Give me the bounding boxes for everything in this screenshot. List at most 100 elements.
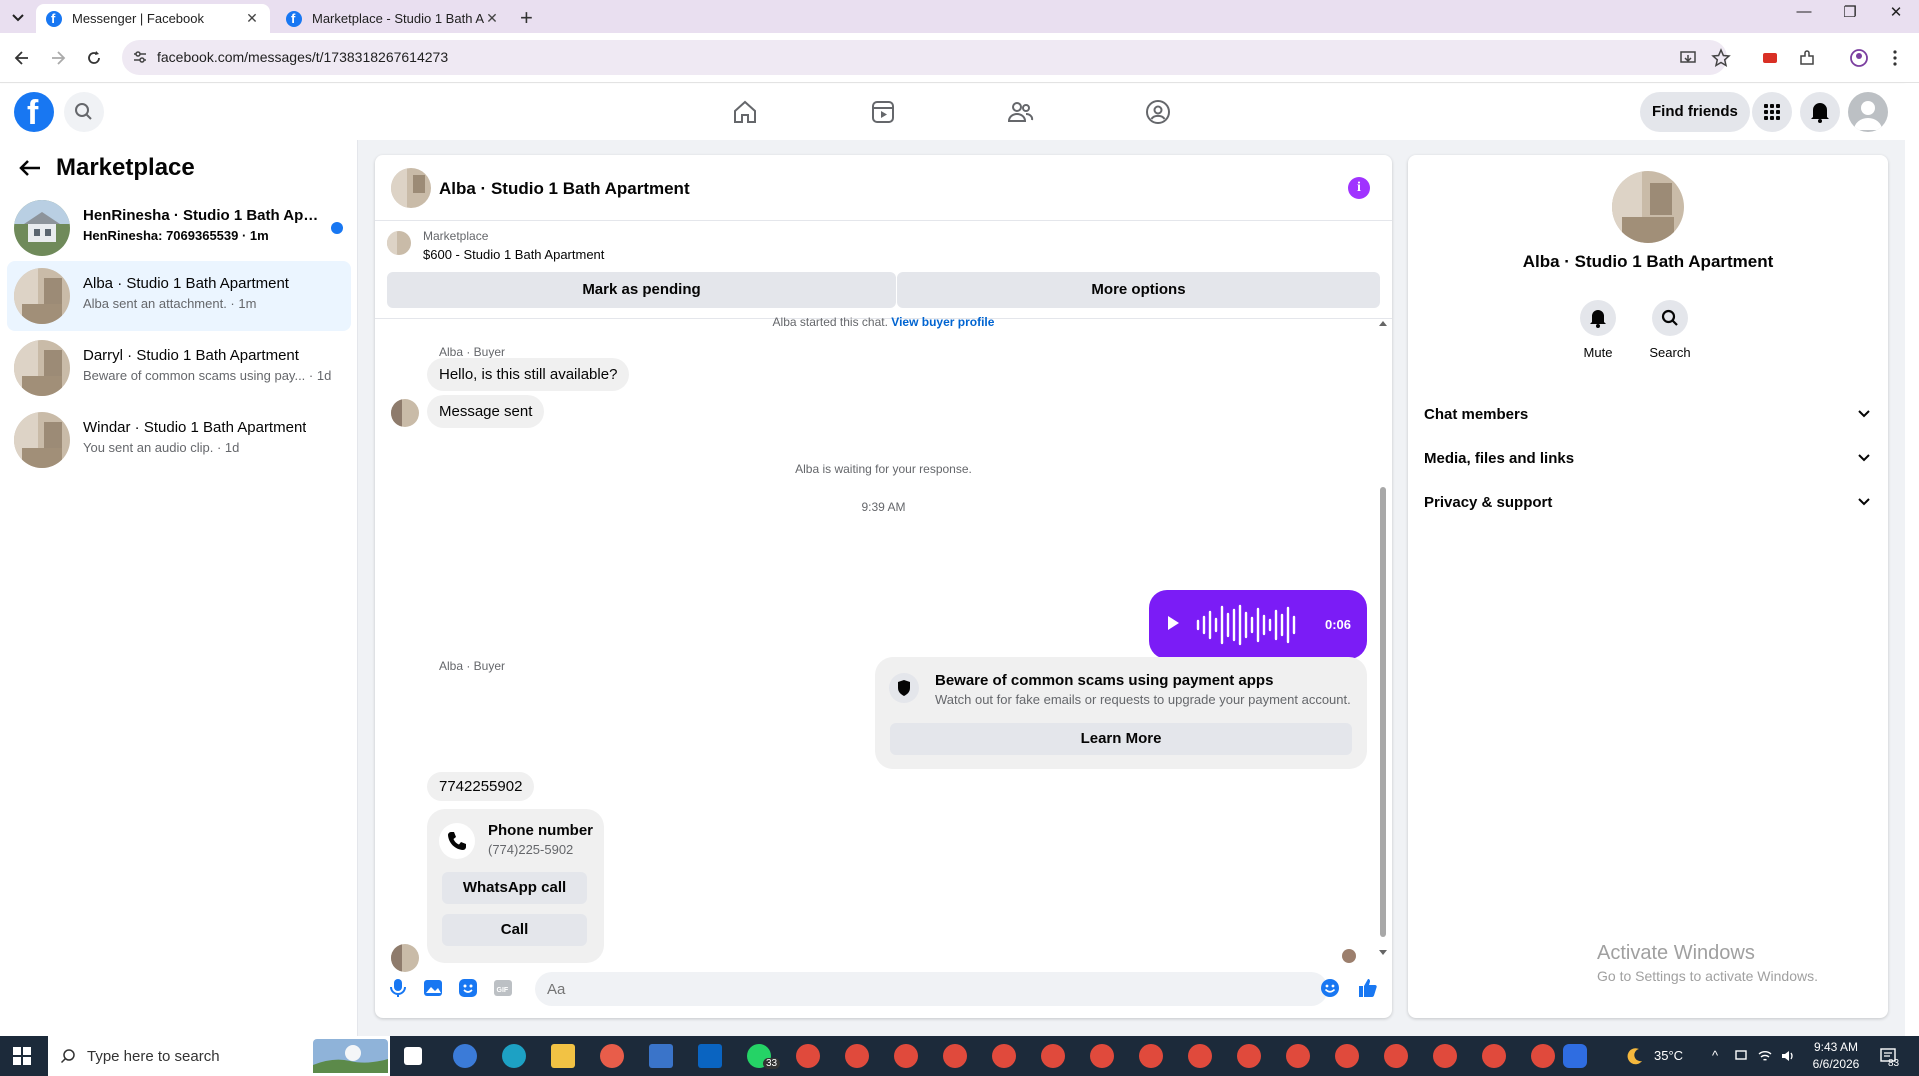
clock[interactable]: 9:43 AM 6/6/2026: [1808, 1039, 1864, 1073]
minimize-button[interactable]: —: [1784, 3, 1824, 20]
outlook-icon[interactable]: [698, 1044, 722, 1068]
listing-description[interactable]: $600 - Studio 1 Bath Apartment: [423, 247, 604, 262]
task-view-icon[interactable]: [404, 1047, 422, 1065]
conversation-item-darryl[interactable]: Darryl · Studio 1 Bath Apartment Beware …: [7, 333, 351, 403]
notifications-button[interactable]: [1800, 92, 1840, 132]
video-icon[interactable]: [869, 98, 897, 126]
close-tab-icon[interactable]: ✕: [484, 10, 500, 27]
copilot-icon[interactable]: [453, 1044, 477, 1068]
restore-button[interactable]: ❐: [1830, 3, 1870, 21]
sticker-icon[interactable]: [457, 977, 479, 999]
forward-icon[interactable]: [48, 48, 68, 68]
view-buyer-profile-link[interactable]: View buyer profile: [891, 315, 994, 329]
more-options-button[interactable]: More options: [897, 272, 1380, 308]
close-window-button[interactable]: ✕: [1876, 3, 1916, 21]
chrome-icon-active[interactable]: [1482, 1044, 1506, 1068]
tab-search-chevron-icon[interactable]: [8, 7, 28, 27]
chrome-menu-icon[interactable]: [1885, 48, 1905, 68]
chrome-icon[interactable]: [1188, 1044, 1212, 1068]
profile-icon[interactable]: [1849, 48, 1869, 68]
conversation-item-henrinesha[interactable]: HenRinesha · Studio 1 Bath Apar... HenRi…: [7, 193, 351, 263]
call-button[interactable]: Call: [442, 914, 587, 946]
file-explorer-icon[interactable]: [551, 1044, 575, 1068]
reload-icon[interactable]: [84, 48, 104, 68]
tray-chevron-up-icon[interactable]: ^: [1712, 1048, 1718, 1063]
tab-marketplace[interactable]: Marketplace - Studio 1 Bath Ap ✕: [276, 4, 510, 33]
extensions-puzzle-icon[interactable]: [1797, 48, 1817, 68]
like-thumb-icon[interactable]: [1357, 977, 1379, 999]
install-app-icon[interactable]: [1678, 48, 1698, 68]
app-icon[interactable]: [1563, 1044, 1587, 1068]
find-friends-button[interactable]: Find friends: [1640, 92, 1750, 132]
gif-icon[interactable]: GIF: [492, 977, 514, 999]
back-arrow-icon[interactable]: [18, 158, 42, 178]
chrome-icon[interactable]: [845, 1044, 869, 1068]
play-icon[interactable]: [1165, 614, 1181, 632]
chrome-icon[interactable]: [1433, 1044, 1457, 1068]
chrome-icon[interactable]: [1139, 1044, 1163, 1068]
chat-members-section[interactable]: Chat members: [1424, 397, 1872, 433]
temperature[interactable]: 35°C: [1654, 1048, 1683, 1063]
photo-icon[interactable]: [422, 977, 444, 999]
notification-count: 83: [1888, 1058, 1900, 1069]
chrome-icon[interactable]: [796, 1044, 820, 1068]
edge-icon[interactable]: [502, 1044, 526, 1068]
chrome-icon[interactable]: [992, 1044, 1016, 1068]
chat-avatar[interactable]: [391, 168, 431, 208]
back-icon[interactable]: [12, 48, 32, 68]
scroll-down-icon[interactable]: [1378, 949, 1388, 957]
chrome-icon[interactable]: [943, 1044, 967, 1068]
app-icon[interactable]: [600, 1044, 624, 1068]
bookmark-star-icon[interactable]: [1711, 48, 1731, 68]
info-icon[interactable]: i: [1348, 177, 1370, 199]
conversation-item-windar[interactable]: Windar · Studio 1 Bath Apartment You sen…: [7, 405, 351, 475]
facebook-search-button[interactable]: [64, 92, 104, 132]
site-info-icon[interactable]: [132, 49, 148, 65]
emoji-icon[interactable]: [1319, 977, 1341, 999]
close-tab-icon[interactable]: ✕: [244, 10, 260, 27]
weather-moon-icon[interactable]: [1625, 1046, 1645, 1066]
conversation-list: Marketplace HenRinesha · Studio 1 Bath A…: [0, 140, 358, 1036]
chrome-icon[interactable]: [1335, 1044, 1359, 1068]
scroll-up-icon[interactable]: [1378, 319, 1388, 327]
new-tab-button[interactable]: +: [520, 5, 533, 31]
device-icon[interactable]: [1734, 1049, 1748, 1063]
mark-as-pending-button[interactable]: Mark as pending: [387, 272, 896, 308]
windows-start-icon[interactable]: [13, 1047, 31, 1065]
store-icon[interactable]: [649, 1044, 673, 1068]
privacy-support-section[interactable]: Privacy & support: [1424, 485, 1872, 521]
chrome-icon[interactable]: [894, 1044, 918, 1068]
media-files-links-section[interactable]: Media, files and links: [1424, 441, 1872, 477]
message-input[interactable]: [535, 972, 1328, 1006]
wifi-icon[interactable]: [1757, 1048, 1773, 1064]
address-bar[interactable]: facebook.com/messages/t/1738318267614273: [122, 40, 1727, 75]
chrome-icon[interactable]: [1286, 1044, 1310, 1068]
chrome-icon[interactable]: [1384, 1044, 1408, 1068]
groups-icon[interactable]: [1144, 98, 1172, 126]
extension-red-icon[interactable]: [1760, 48, 1780, 68]
whatsapp-call-button[interactable]: WhatsApp call: [442, 872, 587, 904]
taskbar-search-box[interactable]: Type here to search: [48, 1036, 390, 1076]
chat-title[interactable]: Alba · Studio 1 Bath Apartment: [439, 179, 690, 199]
chrome-icon[interactable]: [1090, 1044, 1114, 1068]
account-avatar[interactable]: [1848, 92, 1888, 132]
scrollbar-thumb[interactable]: [1380, 487, 1386, 937]
chrome-icon[interactable]: [1531, 1044, 1555, 1068]
audio-message[interactable]: 0:06: [1149, 590, 1367, 659]
microphone-icon[interactable]: [387, 977, 409, 999]
search-action[interactable]: Search: [1640, 300, 1700, 360]
tab-messenger[interactable]: Messenger | Facebook ✕: [36, 4, 270, 33]
chrome-icon[interactable]: [1041, 1044, 1065, 1068]
chrome-icon[interactable]: [1237, 1044, 1261, 1068]
learn-more-button[interactable]: Learn More: [890, 723, 1352, 755]
facebook-logo[interactable]: f: [14, 92, 54, 132]
menu-button[interactable]: [1752, 92, 1792, 132]
page-scrollbar[interactable]: [1905, 84, 1919, 1036]
mute-action[interactable]: Mute: [1568, 300, 1628, 360]
friends-icon[interactable]: [1006, 98, 1034, 126]
conversation-item-alba[interactable]: Alba · Studio 1 Bath Apartment Alba sent…: [7, 261, 351, 331]
home-icon[interactable]: [731, 98, 759, 126]
volume-icon[interactable]: [1780, 1048, 1796, 1064]
chat-started-note: Alba started this chat. View buyer profi…: [772, 315, 995, 329]
thread-scrollbar[interactable]: [1378, 319, 1388, 959]
